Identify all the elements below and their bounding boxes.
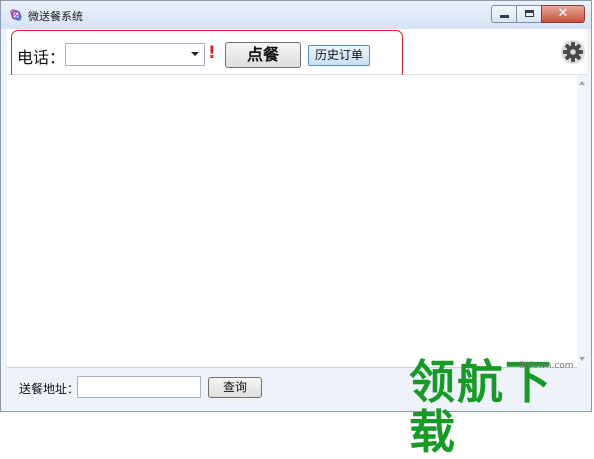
- scroll-up-arrow-icon[interactable]: [579, 81, 585, 85]
- minimize-icon: [500, 15, 509, 18]
- order-list-area[interactable]: [7, 75, 577, 368]
- close-button[interactable]: ✕: [541, 5, 585, 23]
- maximize-button[interactable]: [516, 5, 542, 23]
- watermark-url: lhdown.com: [519, 361, 574, 371]
- query-button[interactable]: 查询: [208, 377, 262, 398]
- address-label: 送餐地址：: [19, 382, 80, 396]
- address-input[interactable]: [77, 376, 201, 398]
- vertical-scrollbar[interactable]: [577, 75, 587, 367]
- app-logo-icon: [10, 9, 22, 21]
- window-title: 微送餐系统: [28, 10, 83, 23]
- minimize-button[interactable]: [491, 5, 517, 23]
- app-window: 微送餐系统 ✕ 电话： ! 点餐 历史订单 送餐地址： 查询: [0, 0, 592, 412]
- title-bar[interactable]: 微送餐系统 ✕: [1, 1, 591, 29]
- watermark-logo: 领航下载: [409, 355, 553, 459]
- maximize-icon: [525, 10, 534, 17]
- main-content: 电话： ! 点餐 历史订单 送餐地址： 查询: [7, 29, 587, 407]
- close-icon: ✕: [557, 6, 569, 21]
- gear-icon[interactable]: [560, 39, 586, 65]
